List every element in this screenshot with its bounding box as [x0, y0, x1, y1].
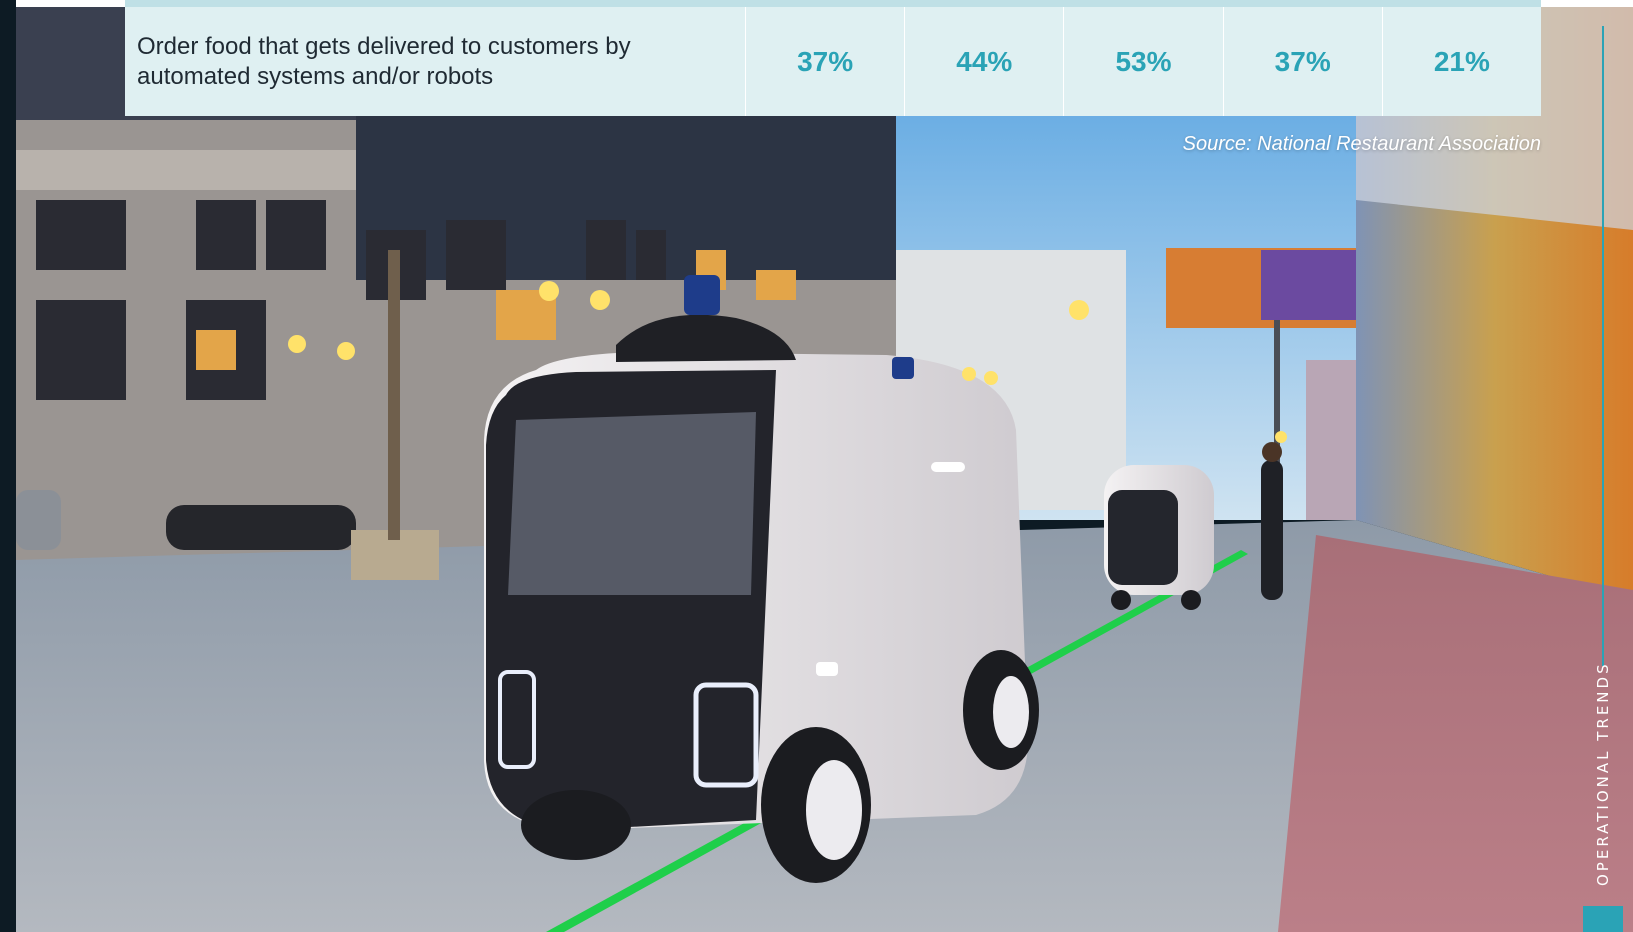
row-label: Order food that gets delivered to custom…	[137, 32, 631, 90]
source-note: Source: National Restaurant Association	[1182, 133, 1541, 155]
section-marker	[1583, 906, 1623, 932]
page: Order food that gets delivered to custom…	[0, 0, 1633, 932]
table-cell-value: 37%	[745, 7, 904, 116]
survey-table: Order food that gets delivered to custom…	[125, 0, 1541, 116]
table-cell-value: 21%	[1381, 7, 1541, 116]
table-cell-value: 37%	[1222, 7, 1382, 116]
table-cell-value: 53%	[1063, 7, 1222, 116]
table-cell-value: 44%	[904, 7, 1063, 116]
section-label: OPERATIONAL TRENDS	[1594, 661, 1612, 886]
section-rail-line	[1602, 26, 1604, 666]
table-row: Order food that gets delivered to custom…	[125, 7, 1541, 116]
table-header-bar	[125, 0, 1541, 7]
